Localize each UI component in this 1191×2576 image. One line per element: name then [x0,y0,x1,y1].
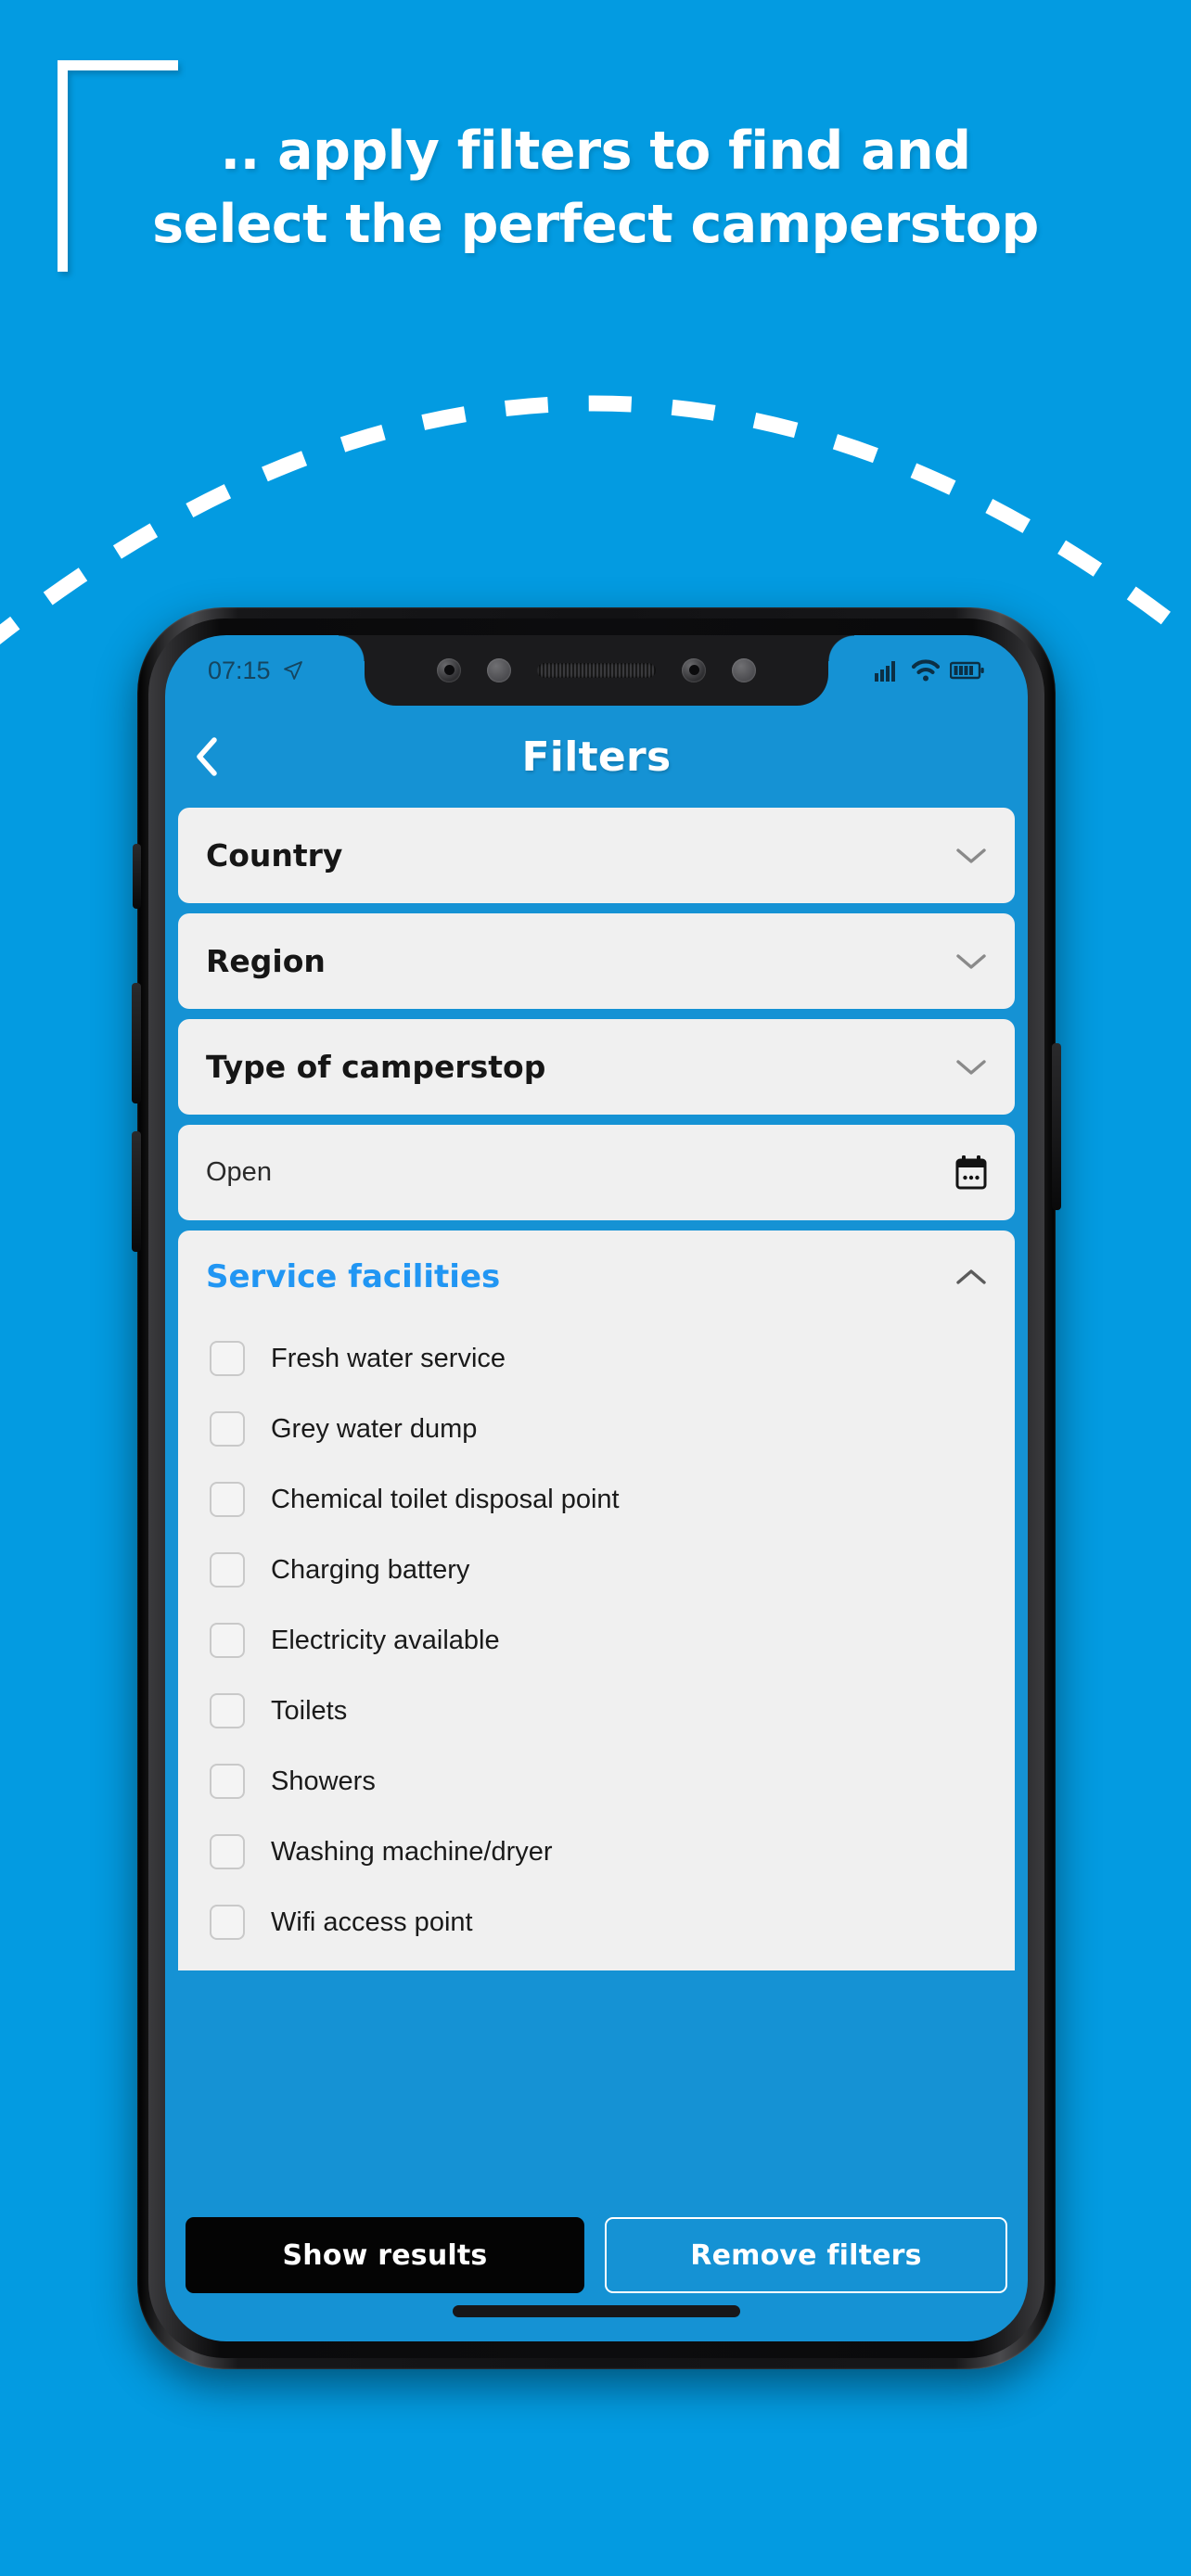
list-item[interactable]: Showers [178,1746,1015,1817]
home-indicator[interactable] [453,2305,740,2317]
filter-field-label: Region [206,943,326,979]
service-facilities-panel: Service facilities Fresh water service G… [178,1231,1015,1970]
checkbox-icon[interactable] [210,1764,245,1799]
speaker-grille-icon [537,663,656,678]
phone-notch [339,635,854,706]
checkbox-icon[interactable] [210,1552,245,1588]
status-bar-time: 07:15 [208,656,271,684]
promo-headline: .. apply filters to find and select the … [0,125,1191,251]
list-item-label: Toilets [271,1695,348,1726]
chevron-up-icon[interactable] [954,1266,989,1288]
battery-full-icon [950,660,985,681]
list-item[interactable]: Toilets [178,1676,1015,1746]
filter-field-open-date[interactable]: Open [178,1125,1015,1220]
camera-lens-icon [437,658,461,682]
list-item-label: Grey water dump [271,1413,478,1444]
list-item-label: Showers [271,1766,376,1796]
list-item-label: Wifi access point [271,1906,473,1937]
checkbox-icon[interactable] [210,1834,245,1869]
list-item-label: Charging battery [271,1554,470,1585]
volume-up-button[interactable] [132,983,141,1103]
checkbox-icon[interactable] [210,1623,245,1658]
power-button[interactable] [1052,1043,1061,1210]
camera-lens-icon [682,658,706,682]
show-results-button[interactable]: Show results [186,2217,584,2293]
list-item-label: Fresh water service [271,1343,506,1373]
mute-switch[interactable] [133,844,141,909]
app-bar: Filters [165,706,1028,808]
cellular-signal-icon [874,659,902,682]
sensor-icon [487,658,511,682]
list-item[interactable]: Chemical toilet disposal point [178,1464,1015,1535]
section-title: Service facilities [206,1258,501,1295]
wifi-icon [911,658,941,682]
phone-mockup: 07:15 Filters Country Region Type of cam… [132,607,1061,2369]
calendar-icon[interactable] [954,1154,989,1192]
checkbox-icon[interactable] [210,1693,245,1728]
list-item[interactable]: Fresh water service [178,1323,1015,1394]
list-item-label: Chemical toilet disposal point [271,1484,620,1514]
checkbox-icon[interactable] [210,1905,245,1940]
volume-down-button[interactable] [132,1131,141,1252]
filters-footer: Show results Remove filters [165,2202,1028,2341]
phone-frame: 07:15 Filters Country Region Type of cam… [132,607,1061,2369]
filter-field-label: Type of camperstop [206,1049,546,1085]
filter-field-region[interactable]: Region [178,913,1015,1009]
phone-screen: 07:15 Filters Country Region Type of cam… [165,635,1028,2341]
page-title: Filters [521,733,672,781]
status-bar-left: 07:15 [208,657,304,685]
filter-field-label: Country [206,837,343,874]
promo-headline-line1: .. apply filters to find and [220,121,971,182]
chevron-down-icon [954,845,989,867]
filter-field-country[interactable]: Country [178,808,1015,903]
list-item-label: Washing machine/dryer [271,1836,553,1867]
chevron-down-icon [954,950,989,973]
promo-headline-line2: select the perfect camperstop [152,194,1039,255]
remove-filters-button[interactable]: Remove filters [605,2217,1007,2293]
sensor-icon [732,658,756,682]
filters-content: Country Region Type of camperstop Open S… [165,808,1028,2341]
service-facilities-options: Fresh water service Grey water dump Chem… [178,1323,1015,1970]
checkbox-icon[interactable] [210,1411,245,1447]
list-item[interactable]: Charging battery [178,1535,1015,1605]
status-bar-right [874,658,985,682]
list-item[interactable]: Grey water dump [178,1394,1015,1464]
list-item[interactable]: Wifi access point [178,1887,1015,1958]
list-item-label: Electricity available [271,1625,500,1655]
list-item[interactable]: Electricity available [178,1605,1015,1676]
filter-field-label: Open [206,1157,272,1187]
checkbox-icon[interactable] [210,1482,245,1517]
service-facilities-header[interactable]: Service facilities [178,1231,1015,1323]
checkbox-icon[interactable] [210,1341,245,1376]
promo-screenshot-page: .. apply filters to find and select the … [0,0,1191,2576]
location-arrow-icon [282,659,304,682]
chevron-down-icon [954,1056,989,1078]
list-item[interactable]: Washing machine/dryer [178,1817,1015,1887]
filter-field-type-of-camperstop[interactable]: Type of camperstop [178,1019,1015,1115]
